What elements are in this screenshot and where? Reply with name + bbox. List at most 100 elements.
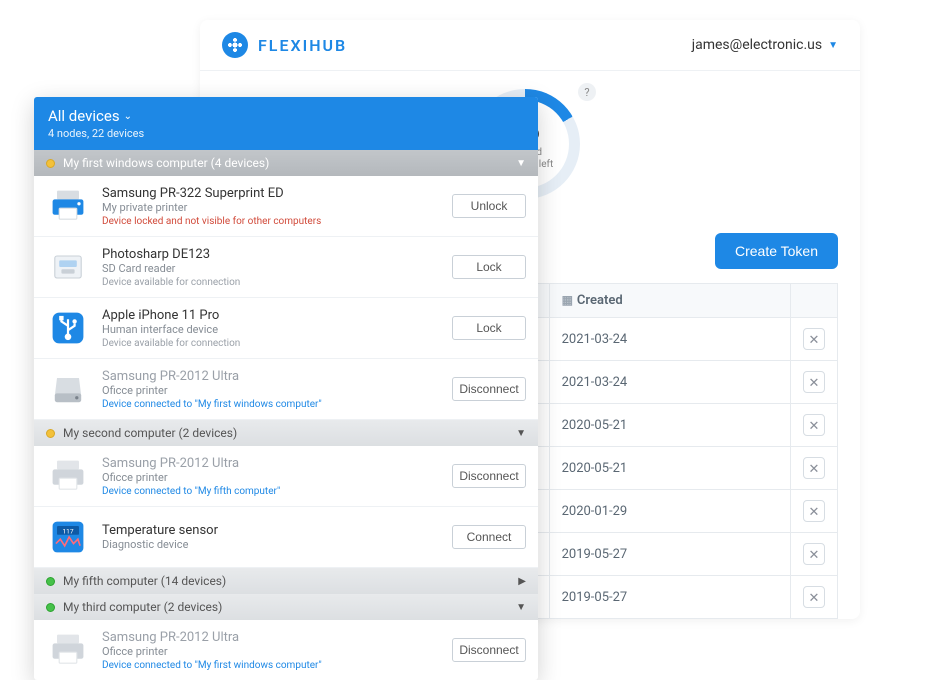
drive-icon [46,367,90,411]
device-row: Temperature sensorDiagnostic device Conne… [34,507,538,568]
device-action-button[interactable]: Disconnect [452,638,526,662]
chevron-down-icon: ⌄ [124,111,132,122]
status-dot-icon [46,159,55,168]
brand-name: FLEXIHUB [258,36,347,55]
device-row: Samsung PR-2012 UltraOficce printer Devic… [34,620,538,680]
col-actions [791,284,838,318]
cell-delete: ✕ [791,447,838,490]
device-action-button[interactable]: Unlock [452,194,526,218]
device-row: Photosharp DE123SD Card reader Device ava… [34,237,538,298]
delete-button[interactable]: ✕ [803,586,825,608]
device-row: Samsung PR-2012 UltraOficce printer Devic… [34,359,538,420]
delete-button[interactable]: ✕ [803,414,825,436]
device-subtitle: SD Card reader [102,262,440,275]
device-row: Samsung PR-322 Superprint EDMy private p… [34,176,538,237]
cell-delete: ✕ [791,490,838,533]
node-header[interactable]: My first windows computer (4 devices) ▼ [34,150,538,176]
temp-icon [46,515,90,559]
cell-created: 2020-01-29 [549,490,790,533]
cell-created: 2021-03-24 [549,318,790,361]
device-name: Photosharp DE123 [102,247,440,262]
delete-button[interactable]: ✕ [803,328,825,350]
device-info: Samsung PR-2012 UltraOficce printer Devic… [102,369,440,410]
device-action-button[interactable]: Connect [452,525,526,549]
delete-button[interactable]: ✕ [803,500,825,522]
status-dot-icon [46,577,55,586]
device-action-button[interactable]: Disconnect [452,464,526,488]
cell-created: 2020-05-21 [549,447,790,490]
printer-gray-icon [46,628,90,672]
device-name: Samsung PR-322 Superprint ED [102,186,440,201]
device-name: Samsung PR-2012 Ultra [102,369,440,384]
node-label: My first windows computer (4 devices) [63,156,269,170]
cell-delete: ✕ [791,318,838,361]
device-subtitle: Oficce printer [102,384,440,397]
account-email: james@electronic.us [692,37,822,53]
device-info: Samsung PR-2012 UltraOficce printer Devic… [102,456,440,497]
delete-button[interactable]: ✕ [803,457,825,479]
device-info: Samsung PR-322 Superprint EDMy private p… [102,186,440,227]
node-header[interactable]: My third computer (2 devices) ▼ [34,594,538,620]
device-name: Apple iPhone 11 Pro [102,308,440,323]
device-subtitle: My private printer [102,201,440,214]
create-token-button[interactable]: Create Token [715,233,838,269]
device-action-button[interactable]: Lock [452,255,526,279]
node-label: My second computer (2 devices) [63,426,237,440]
device-name: Temperature sensor [102,523,440,538]
device-name: Samsung PR-2012 Ultra [102,630,440,645]
device-status: Device available for connection [102,338,440,349]
sd-icon [46,245,90,289]
account-menu[interactable]: james@electronic.us ▼ [692,37,838,53]
device-panel-subtitle: 4 nodes, 22 devices [48,127,524,140]
node-header[interactable]: My second computer (2 devices) ▼ [34,420,538,446]
device-status: Device connected to "My first windows co… [102,399,440,410]
node-header[interactable]: My fifth computer (14 devices) ▶ [34,568,538,594]
node-label: My third computer (2 devices) [63,600,222,614]
col-created[interactable]: ▦Created [549,284,790,318]
node-label: My fifth computer (14 devices) [63,574,226,588]
device-action-button[interactable]: Disconnect [452,377,526,401]
printer-gray-icon [46,454,90,498]
device-row: Apple iPhone 11 ProHuman interface devic… [34,298,538,359]
cell-delete: ✕ [791,404,838,447]
chevron-icon: ▼ [516,428,526,439]
device-row: Samsung PR-2012 UltraOficce printer Devic… [34,446,538,507]
cell-created: 2020-05-21 [549,404,790,447]
cell-delete: ✕ [791,361,838,404]
cell-delete: ✕ [791,576,838,619]
brand-logo-icon [222,32,248,58]
calendar-icon: ▦ [562,293,573,307]
brand: FLEXIHUB [222,32,347,58]
device-status: Device locked and not visible for other … [102,216,440,227]
status-dot-icon [46,603,55,612]
device-status: Device connected to "My fifth computer" [102,486,440,497]
printer-icon [46,184,90,228]
device-panel-title-row[interactable]: All devices ⌄ [48,107,524,125]
cell-created: 2019-05-27 [549,576,790,619]
device-info: Temperature sensorDiagnostic device [102,523,440,551]
delete-button[interactable]: ✕ [803,543,825,565]
help-icon[interactable]: ? [578,83,596,101]
chevron-icon: ▶ [518,576,526,587]
device-status: Device available for connection [102,277,440,288]
device-subtitle: Human interface device [102,323,440,336]
status-dot-icon [46,429,55,438]
device-subtitle: Oficce printer [102,471,440,484]
device-subtitle: Oficce printer [102,645,440,658]
delete-button[interactable]: ✕ [803,371,825,393]
cell-created: 2021-03-24 [549,361,790,404]
device-status: Device connected to "My first windows co… [102,660,440,671]
device-info: Photosharp DE123SD Card reader Device ava… [102,247,440,288]
device-panel-header: All devices ⌄ 4 nodes, 22 devices [34,97,538,150]
device-info: Samsung PR-2012 UltraOficce printer Devic… [102,630,440,671]
cell-created: 2019-05-27 [549,533,790,576]
device-action-button[interactable]: Lock [452,316,526,340]
caret-down-icon: ▼ [828,40,838,51]
device-name: Samsung PR-2012 Ultra [102,456,440,471]
device-panel: All devices ⌄ 4 nodes, 22 devices My fir… [34,97,538,680]
device-panel-title: All devices [48,107,120,125]
dashboard-header: FLEXIHUB james@electronic.us ▼ [200,20,860,71]
usb-icon [46,306,90,350]
chevron-icon: ▼ [516,158,526,169]
chevron-icon: ▼ [516,602,526,613]
